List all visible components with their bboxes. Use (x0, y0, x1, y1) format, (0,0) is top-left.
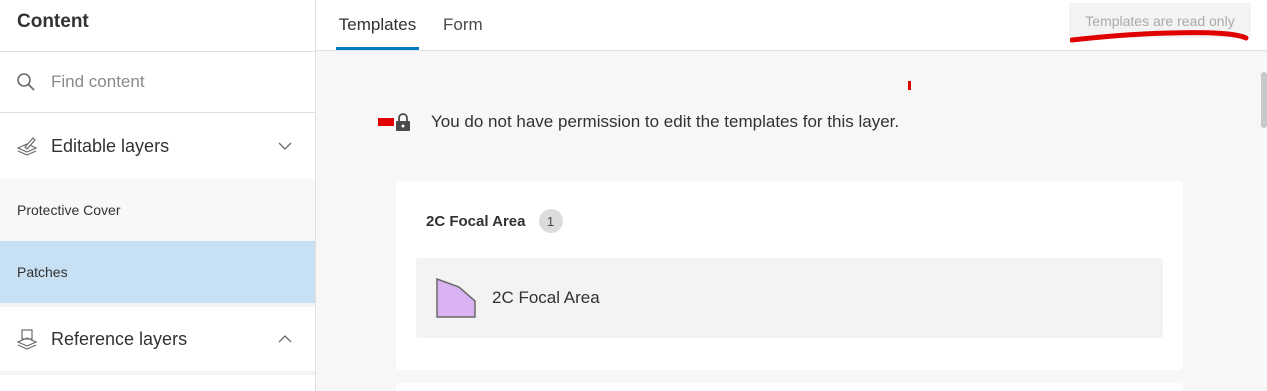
group-header-reference-layers[interactable]: Reference layers (0, 303, 315, 371)
template-group-header: 2C Focal Area 1 (426, 209, 563, 233)
templates-panel: Templates Form Templates are read only Y… (316, 0, 1267, 391)
group-header-editable-layers[interactable]: Editable layers (0, 113, 315, 179)
reference-layers-icon (16, 329, 38, 350)
annotation-underline (1070, 30, 1249, 43)
layer-item-protective-cover[interactable]: Protective Cover (0, 179, 315, 241)
scrollbar[interactable] (1261, 72, 1267, 128)
chevron-up-icon[interactable] (277, 331, 293, 347)
group-label-editable-layers: Editable layers (51, 135, 170, 156)
annotation-mark (378, 118, 394, 126)
chevron-down-icon[interactable] (277, 138, 293, 154)
content-panel: Content Editable layers Protective Cover… (0, 0, 316, 391)
count-badge: 1 (538, 209, 563, 233)
search-icon (17, 73, 35, 91)
permission-notice: You do not have permission to edit the t… (378, 112, 899, 132)
layer-item-patches[interactable]: Patches (0, 241, 315, 303)
lock-icon (396, 113, 410, 131)
sidebar-bottom (0, 371, 315, 391)
tab-templates[interactable]: Templates (336, 0, 419, 50)
group-label-reference-layers: Reference layers (51, 328, 188, 349)
tab-bar: Templates Form Templates are read only (316, 0, 1267, 51)
template-group-title: 2C Focal Area (426, 212, 526, 230)
polygon-symbol-icon (436, 277, 476, 318)
template-item-label: 2C Focal Area (492, 288, 600, 307)
search-input[interactable] (51, 72, 291, 92)
layer-item-label: Patches (17, 264, 68, 280)
template-group-card (396, 383, 1183, 391)
tab-form[interactable]: Form (443, 0, 483, 50)
template-group-card: 2C Focal Area 1 2C Focal Area (396, 181, 1183, 370)
template-item[interactable]: 2C Focal Area (416, 258, 1163, 338)
readonly-badge-label: Templates are read only (1085, 12, 1235, 29)
editable-layers-icon (16, 137, 38, 156)
tab-label: Templates (338, 15, 417, 34)
content-panel-title: Content (17, 11, 89, 32)
tab-label: Form (443, 15, 483, 34)
permission-message: You do not have permission to edit the t… (431, 112, 900, 131)
content-panel-header: Content (0, 0, 315, 52)
layer-item-label: Protective Cover (17, 202, 121, 218)
search-box[interactable] (0, 52, 315, 113)
annotation-mark (908, 81, 911, 90)
